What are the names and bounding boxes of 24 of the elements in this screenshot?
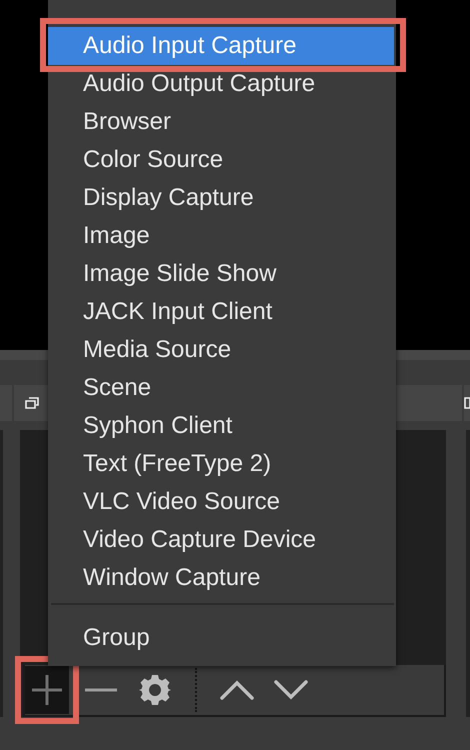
remove-icon xyxy=(85,688,117,692)
menu-item[interactable]: JACK Input Client xyxy=(48,293,394,331)
menu-item[interactable]: Video Capture Device xyxy=(48,521,394,559)
menu-item[interactable]: Text (FreeType 2) xyxy=(48,445,394,483)
menu-item[interactable]: Group xyxy=(48,619,394,657)
window-restore-icon xyxy=(464,397,470,409)
menu-item[interactable]: Image xyxy=(48,217,394,255)
add-icon xyxy=(29,672,65,708)
menu-item[interactable]: Audio Output Capture xyxy=(48,65,394,103)
menu-item[interactable]: Browser xyxy=(48,103,394,141)
add-button[interactable] xyxy=(25,666,69,714)
down-icon xyxy=(274,680,308,700)
settings-icon xyxy=(139,674,171,706)
menu-item[interactable]: Syphon Client xyxy=(48,407,394,445)
menu-item[interactable]: Window Capture xyxy=(48,559,394,597)
up-icon xyxy=(220,680,254,700)
menu-item[interactable]: Display Capture xyxy=(48,179,394,217)
menu-item[interactable]: Audio Input Capture xyxy=(48,27,394,65)
menu-item[interactable]: Scene xyxy=(48,369,394,407)
menu-item[interactable]: VLC Video Source xyxy=(48,483,394,521)
menu-item[interactable]: Image Slide Show xyxy=(48,255,394,293)
menu-item[interactable]: Media Source xyxy=(48,331,394,369)
menu-item[interactable]: Color Source xyxy=(48,141,394,179)
window-restore-icon xyxy=(25,397,39,409)
